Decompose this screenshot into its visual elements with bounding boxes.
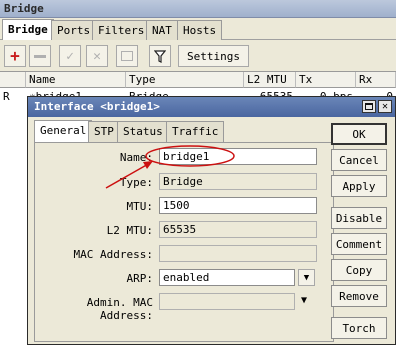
- annotation-overlay: [105, 145, 235, 189]
- annotation-arrow-line: [105, 162, 151, 189]
- annotation-ellipse: [145, 145, 235, 167]
- annotation-arrow-head: [143, 161, 153, 169]
